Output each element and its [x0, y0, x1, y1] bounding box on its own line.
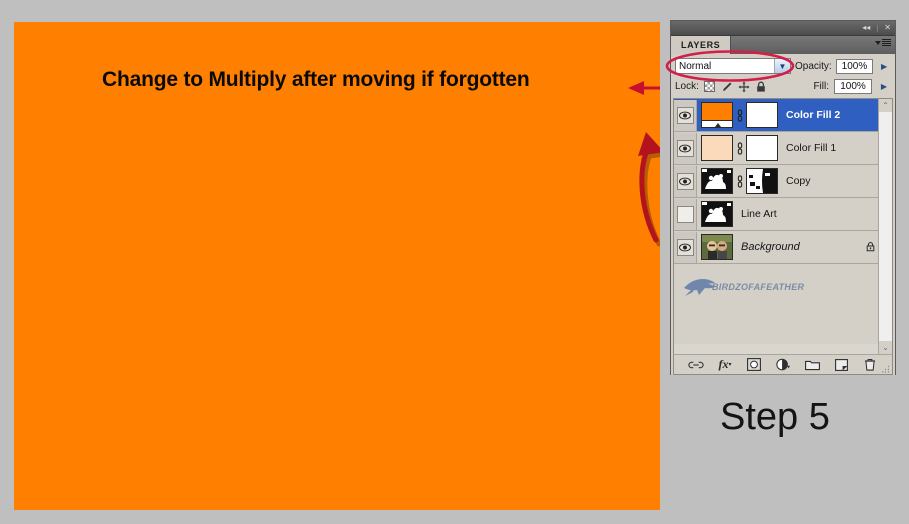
layer-visibility-toggle[interactable] — [674, 99, 697, 131]
layer-mask-thumbnail[interactable] — [746, 168, 778, 194]
chevron-down-icon — [875, 40, 881, 45]
opacity-label: Opacity: — [795, 60, 832, 72]
layer-name[interactable]: Background — [741, 241, 864, 253]
blend-mode-value: Normal — [679, 60, 712, 72]
watermark-text: BIRDZOFAFEATHER — [712, 282, 805, 292]
layer-visibility-toggle[interactable] — [674, 165, 697, 197]
delete-layer-icon[interactable] — [862, 357, 878, 372]
new-group-icon[interactable] — [804, 357, 820, 372]
layers-scrollbar[interactable]: ⌃ ⌄ — [878, 99, 892, 354]
layer-mask-thumbnail[interactable] — [746, 102, 778, 128]
layer-thumbnails[interactable] — [697, 234, 733, 260]
eye-icon[interactable] — [676, 139, 694, 157]
canvas-annotation-text: Change to Multiply after moving if forgo… — [102, 68, 530, 91]
hamburger-icon — [882, 39, 891, 46]
panel-menu-button[interactable] — [875, 39, 891, 46]
chevron-down-icon[interactable]: ▼ — [774, 59, 790, 73]
layer-thumbnails[interactable] — [697, 135, 778, 161]
panel-body: Normal ▼ Opacity: 100% ▶ Lock: Fill: 100… — [671, 54, 895, 375]
fill-label: Fill: — [813, 81, 829, 92]
blend-mode-row: Normal ▼ Opacity: 100% ▶ — [671, 54, 895, 77]
lock-row: Lock: Fill: 100% ▶ — [671, 77, 895, 98]
scroll-up-arrow-icon[interactable]: ⌃ — [879, 99, 892, 112]
layer-style-fx-icon[interactable]: fx ▾ — [717, 357, 733, 372]
panel-titlebar: ◂◂ | ✕ — [671, 21, 895, 36]
lock-all-icon — [864, 241, 876, 253]
layer-thumbnails[interactable] — [697, 168, 778, 194]
layer-thumbnail-photo[interactable] — [701, 234, 733, 260]
layer-thumbnails[interactable] — [697, 102, 778, 128]
layers-panel-footer: fx ▾ ▾ — [673, 354, 893, 375]
titlebar-separator: | — [876, 23, 879, 33]
fill-slider-arrow-icon[interactable]: ▶ — [877, 79, 891, 94]
layers-list-empty-area: BIRDZOFAFEATHER — [674, 264, 892, 344]
new-layer-icon[interactable] — [833, 357, 849, 372]
eye-icon[interactable] — [676, 238, 694, 256]
blend-mode-dropdown[interactable]: Normal ▼ — [675, 58, 791, 74]
layer-name[interactable]: Copy — [786, 175, 878, 187]
opacity-slider-arrow-icon[interactable]: ▶ — [877, 58, 891, 74]
table-row[interactable]: Color Fill 1 — [674, 132, 892, 165]
eye-icon[interactable] — [676, 106, 694, 124]
layer-thumbnail-line-art[interactable] — [701, 168, 733, 194]
table-row[interactable]: Copy — [674, 165, 892, 198]
collapse-panel-icon[interactable]: ◂◂ — [862, 24, 870, 32]
layer-name[interactable]: Color Fill 1 — [786, 142, 878, 154]
fill-input[interactable]: 100% — [834, 79, 872, 94]
tab-layers[interactable]: LAYERS — [671, 36, 732, 54]
layer-thumbnail-solid-color[interactable] — [701, 102, 733, 128]
layer-thumbnail-solid-color[interactable] — [701, 135, 733, 161]
close-panel-icon[interactable]: ✕ — [884, 24, 891, 32]
layer-mask-thumbnail[interactable] — [746, 135, 778, 161]
lock-all-icon[interactable] — [755, 81, 767, 93]
link-layers-icon[interactable] — [688, 357, 704, 372]
table-row[interactable]: Color Fill 2 — [674, 99, 892, 132]
annotation-curved-arrow-icon — [638, 132, 660, 247]
image-canvas[interactable]: Change to Multiply after moving if forgo… — [14, 22, 660, 510]
eye-icon[interactable] — [676, 172, 694, 190]
add-layer-mask-icon[interactable] — [746, 357, 762, 372]
eye-icon-off[interactable] — [676, 205, 694, 223]
layer-name[interactable]: Color Fill 2 — [786, 109, 878, 121]
lock-image-icon[interactable] — [721, 81, 733, 93]
step-label: Step 5 — [720, 396, 830, 438]
opacity-input[interactable]: 100% — [835, 58, 874, 74]
lock-label: Lock: — [675, 81, 699, 92]
panel-tabbar: LAYERS — [671, 36, 895, 54]
table-row[interactable]: Line Art — [674, 198, 892, 231]
lock-position-icon[interactable] — [738, 81, 750, 93]
resize-grip-icon[interactable] — [882, 365, 890, 373]
layer-thumbnail-line-art[interactable] — [701, 201, 733, 227]
layer-visibility-toggle[interactable] — [674, 132, 697, 164]
layer-name[interactable]: Line Art — [741, 208, 878, 220]
layer-visibility-toggle[interactable] — [674, 198, 697, 230]
layers-list[interactable]: Color Fill 2 Color Fill 1 Copy Line Art … — [673, 98, 893, 354]
new-adjustment-layer-icon[interactable]: ▾ — [775, 357, 791, 372]
layer-visibility-toggle[interactable] — [674, 231, 697, 263]
tab-layers-label: LAYERS — [681, 40, 721, 50]
layer-thumbnails[interactable] — [697, 201, 733, 227]
scroll-down-arrow-icon[interactable]: ⌄ — [879, 341, 892, 354]
svg-text:▾: ▾ — [787, 365, 790, 371]
lock-transparency-icon[interactable] — [704, 81, 716, 93]
table-row[interactable]: Background — [674, 231, 892, 264]
link-mask-icon[interactable] — [735, 108, 744, 122]
link-mask-icon[interactable] — [735, 174, 744, 188]
annotation-arrow-right-icon — [628, 81, 660, 95]
link-mask-icon[interactable] — [735, 141, 744, 155]
layers-panel[interactable]: ◂◂ | ✕ LAYERS Normal ▼ Opacity: 100% ▶ L… — [670, 20, 896, 375]
watermark: BIRDZOFAFEATHER — [680, 274, 804, 300]
